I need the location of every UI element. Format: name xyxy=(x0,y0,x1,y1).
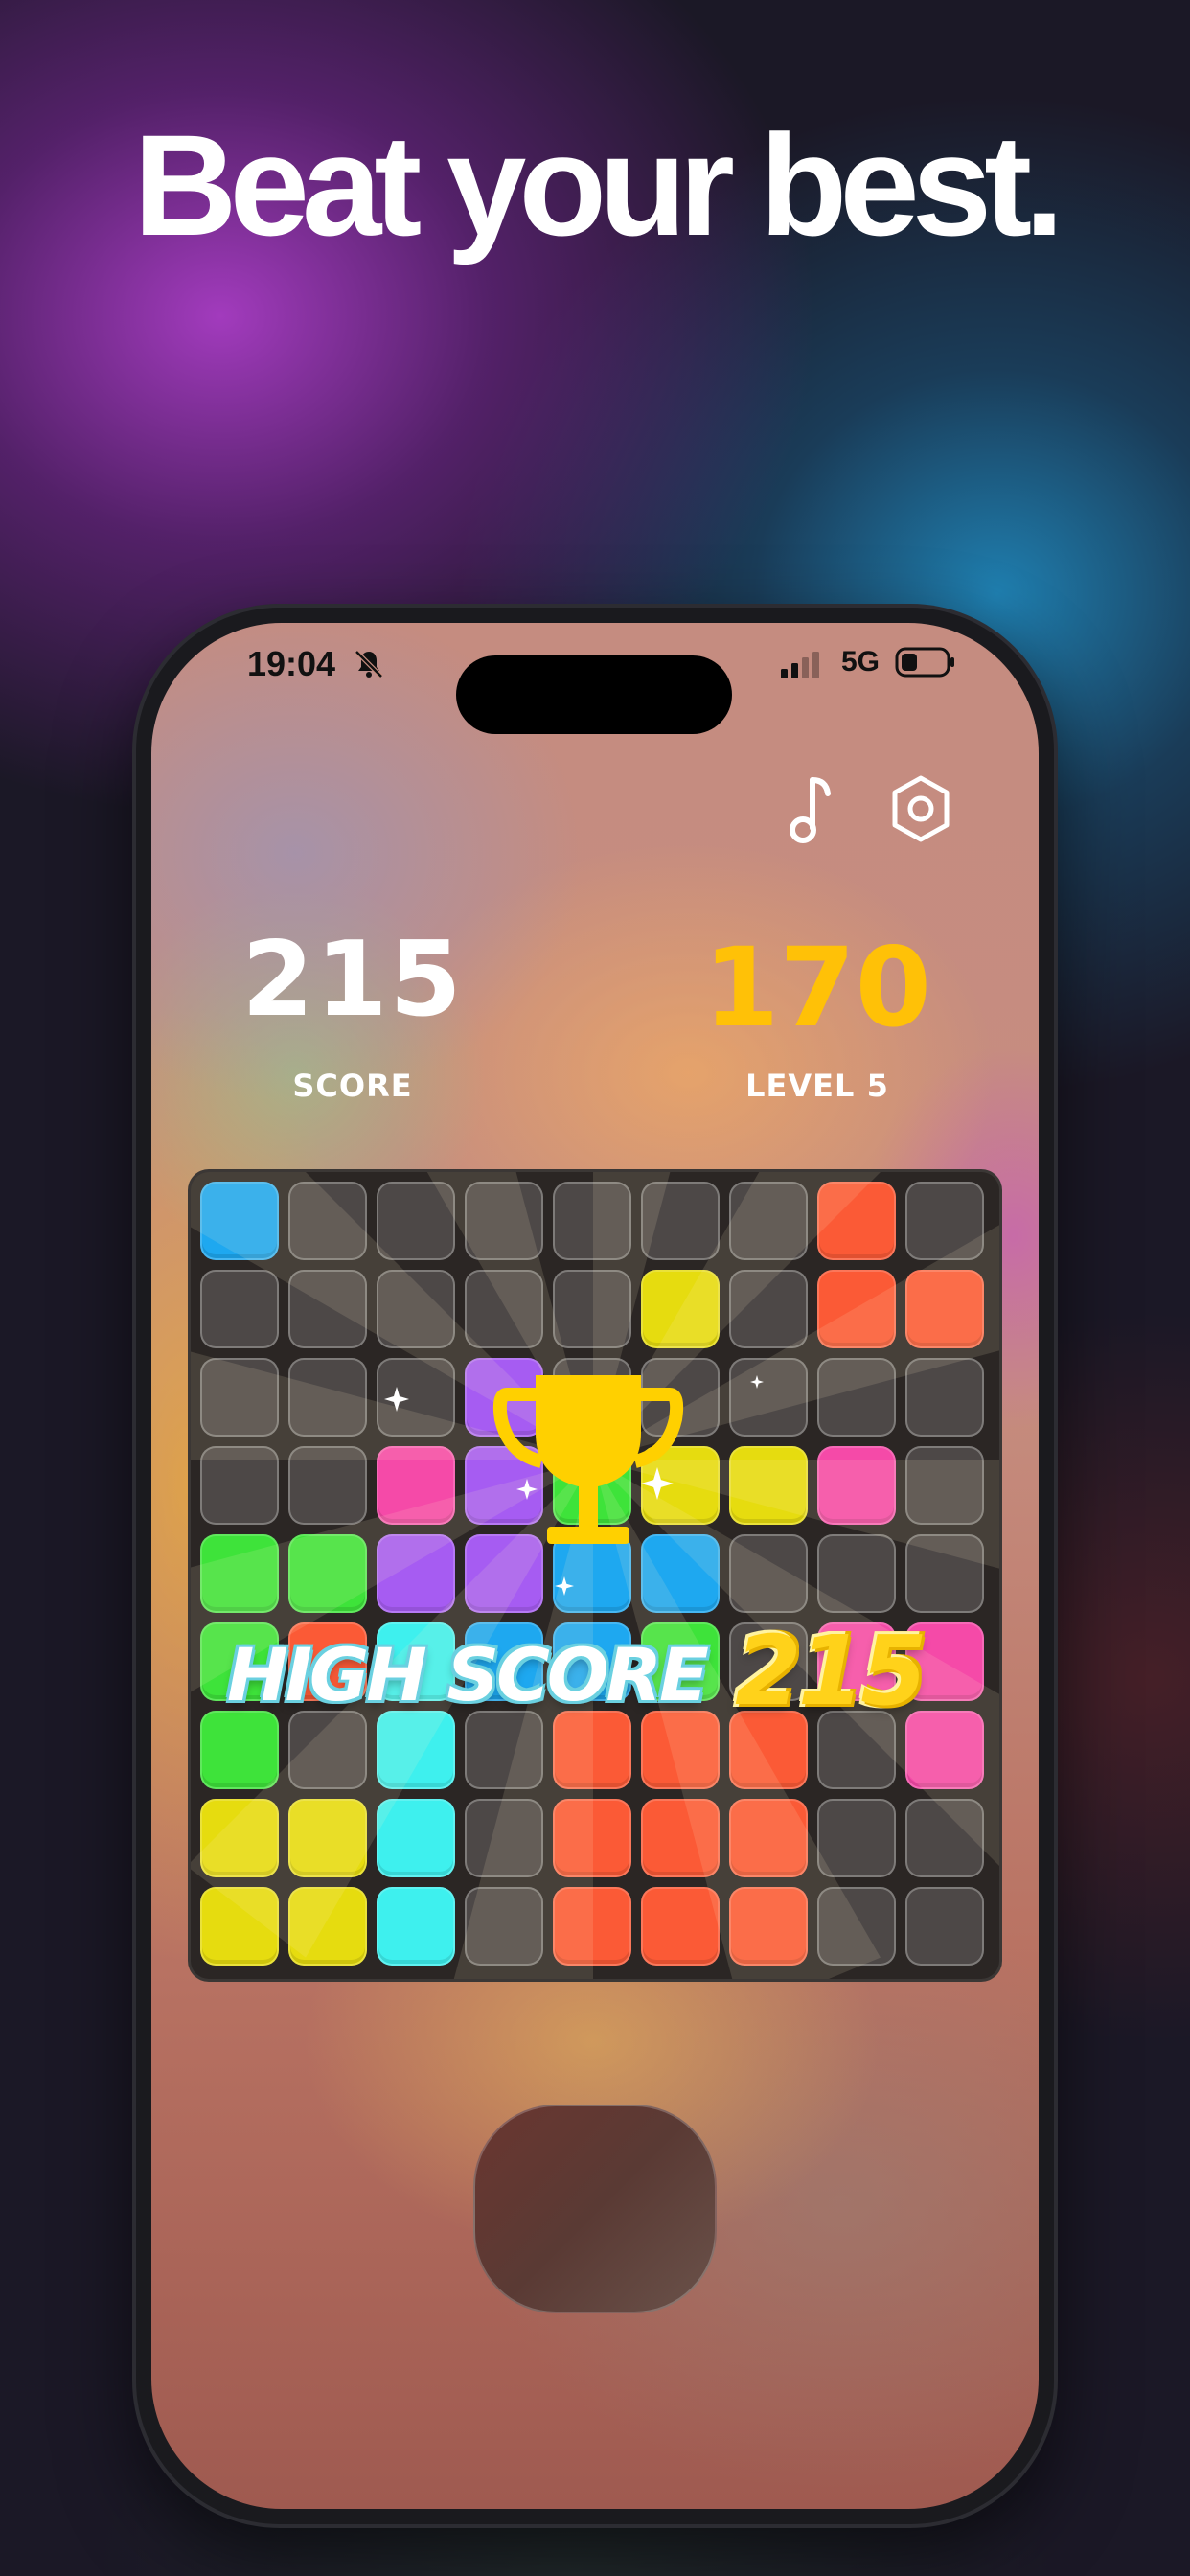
board-cell-empty[interactable] xyxy=(288,1270,367,1348)
board-cell-orange[interactable] xyxy=(729,1799,808,1877)
board-cell-empty[interactable] xyxy=(288,1446,367,1525)
game-board[interactable]: HIGH SCORE 215 xyxy=(188,1169,1002,1982)
board-cell-empty[interactable] xyxy=(553,1270,631,1348)
board-cell-yellow[interactable] xyxy=(288,1887,367,1966)
piece-slot[interactable] xyxy=(473,2104,717,2313)
board-cell-empty[interactable] xyxy=(729,1358,808,1437)
board-cell-empty[interactable] xyxy=(905,1799,984,1877)
board-cell-pink[interactable] xyxy=(377,1446,455,1525)
board-cell-cyan[interactable] xyxy=(377,1887,455,1966)
board-cell-empty[interactable] xyxy=(729,1534,808,1613)
board-cell-orange[interactable] xyxy=(641,1711,720,1789)
headline: Beat your best. xyxy=(133,104,1064,265)
board-cell-orange[interactable] xyxy=(553,1711,631,1789)
high-score-label: HIGH SCORE xyxy=(227,1632,709,1717)
board-cell-empty[interactable] xyxy=(465,1711,543,1789)
board-cell-empty[interactable] xyxy=(729,1182,808,1260)
board-cell-empty[interactable] xyxy=(905,1887,984,1966)
board-cell-yellow[interactable] xyxy=(641,1270,720,1348)
score-label: SCORE xyxy=(292,1068,413,1104)
board-cell-green[interactable] xyxy=(288,1534,367,1613)
board-cell-pink[interactable] xyxy=(817,1446,896,1525)
music-note-icon[interactable] xyxy=(784,770,841,847)
board-cell-yellow[interactable] xyxy=(729,1446,808,1525)
board-cell-empty[interactable] xyxy=(465,1182,543,1260)
board-cell-empty[interactable] xyxy=(905,1446,984,1525)
board-cell-orange[interactable] xyxy=(553,1799,631,1877)
board-cell-cyan[interactable] xyxy=(377,1799,455,1877)
sparkle-icon xyxy=(555,1576,574,1596)
board-cell-orange[interactable] xyxy=(817,1270,896,1348)
board-cell-empty[interactable] xyxy=(905,1534,984,1613)
board-cell-empty[interactable] xyxy=(377,1270,455,1348)
level-label: LEVEL 5 xyxy=(745,1068,889,1104)
sparkle-icon xyxy=(641,1467,674,1500)
trophy-icon xyxy=(492,1375,684,1544)
board-cell-cyan[interactable] xyxy=(377,1711,455,1789)
battery-icon xyxy=(895,647,954,678)
board-cell-orange[interactable] xyxy=(905,1270,984,1348)
board-cell-green[interactable] xyxy=(200,1534,279,1613)
board-cell-blue[interactable] xyxy=(200,1182,279,1260)
board-cell-empty[interactable] xyxy=(465,1799,543,1877)
board-cell-empty[interactable] xyxy=(641,1182,720,1260)
board-cell-empty[interactable] xyxy=(553,1182,631,1260)
board-cell-orange[interactable] xyxy=(729,1887,808,1966)
board-cell-purple[interactable] xyxy=(377,1534,455,1613)
board-cell-empty[interactable] xyxy=(817,1799,896,1877)
game-screen: 19:04 5G 215 SCORE 170 LEVEL 5 HIGH SCOR… xyxy=(151,623,1039,2509)
board-cell-empty[interactable] xyxy=(905,1358,984,1437)
settings-gear-icon[interactable] xyxy=(889,772,952,845)
board-cell-green[interactable] xyxy=(200,1711,279,1789)
board-cell-yellow[interactable] xyxy=(200,1887,279,1966)
board-cell-empty[interactable] xyxy=(200,1358,279,1437)
board-cell-empty[interactable] xyxy=(817,1358,896,1437)
board-cell-empty[interactable] xyxy=(905,1182,984,1260)
board-cell-empty[interactable] xyxy=(465,1887,543,1966)
network-label: 5G xyxy=(841,646,881,678)
board-cell-empty[interactable] xyxy=(200,1446,279,1525)
board-cell-yellow[interactable] xyxy=(288,1799,367,1877)
status-time: 19:04 xyxy=(247,644,336,683)
board-cell-orange[interactable] xyxy=(641,1799,720,1877)
board-cell-orange[interactable] xyxy=(641,1887,720,1966)
board-cell-yellow[interactable] xyxy=(200,1799,279,1877)
board-cell-empty[interactable] xyxy=(288,1711,367,1789)
sparkle-icon xyxy=(750,1375,764,1389)
board-cell-orange[interactable] xyxy=(553,1887,631,1966)
board-cell-empty[interactable] xyxy=(288,1358,367,1437)
bell-slash-icon xyxy=(355,650,383,678)
board-cell-empty[interactable] xyxy=(465,1270,543,1348)
score-value: 215 xyxy=(241,920,464,1040)
board-cell-empty[interactable] xyxy=(377,1182,455,1260)
dynamic-island xyxy=(456,656,732,734)
sparkle-icon xyxy=(516,1479,538,1500)
board-cell-empty[interactable] xyxy=(729,1270,808,1348)
sparkle-icon xyxy=(384,1387,409,1412)
board-cell-orange[interactable] xyxy=(817,1182,896,1260)
level-target-value: 170 xyxy=(703,924,931,1051)
board-cell-empty[interactable] xyxy=(288,1182,367,1260)
board-cell-empty[interactable] xyxy=(200,1270,279,1348)
high-score-value: 215 xyxy=(735,1615,927,1727)
board-cell-empty[interactable] xyxy=(817,1534,896,1613)
signal-icon xyxy=(781,652,819,678)
phone-frame: 19:04 5G 215 SCORE 170 LEVEL 5 HIGH SCOR… xyxy=(136,608,1054,2524)
board-cell-empty[interactable] xyxy=(817,1887,896,1966)
